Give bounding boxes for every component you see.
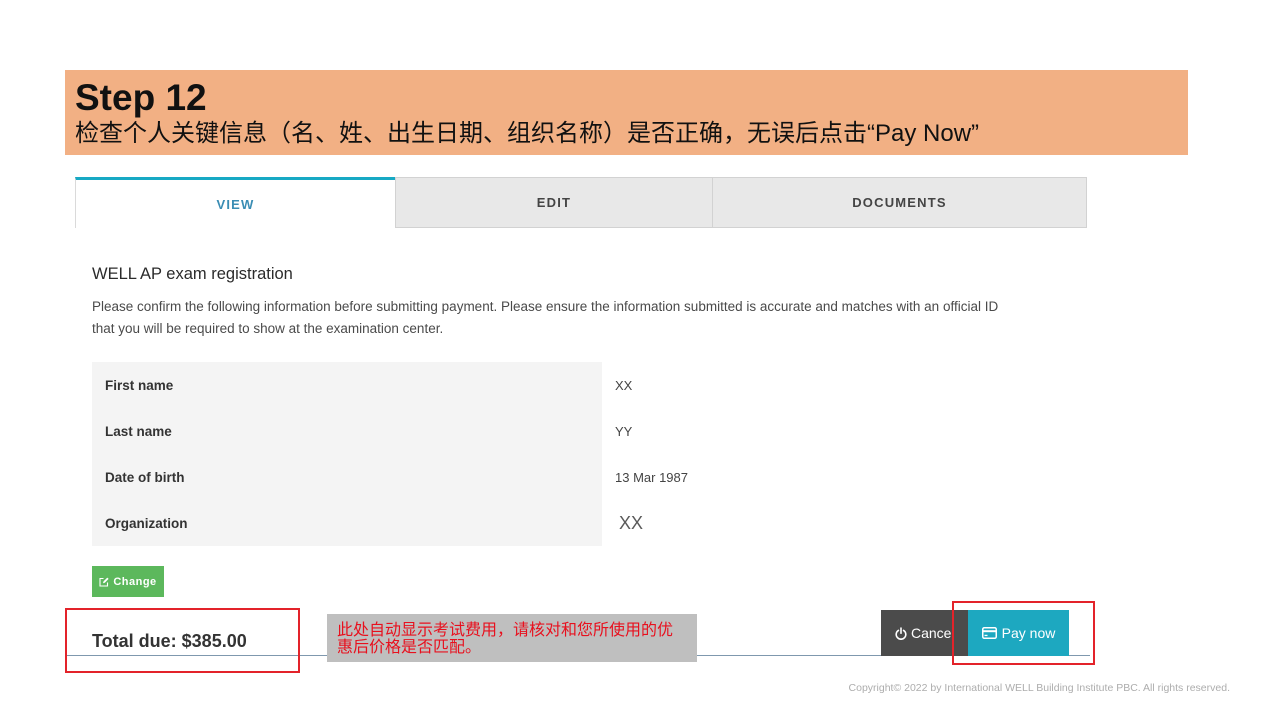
row-value: XX xyxy=(615,377,633,393)
form-description: Please confirm the following information… xyxy=(92,296,998,340)
row-value: XX xyxy=(619,512,644,533)
tab-bar: VIEW EDIT DOCUMENTS xyxy=(75,177,1087,228)
row-value: 13 Mar 1987 xyxy=(615,469,688,485)
row-label: Organization xyxy=(92,500,602,546)
credit-card-icon xyxy=(981,627,997,639)
row-label: Last name xyxy=(92,408,602,454)
annotation-note-text: 此处自动显示考试费用，请核对和您所使用的优惠后价格是否匹配。 xyxy=(337,622,674,656)
step-instruction: 检查个人关键信息（名、姓、出生日期、组织名称）是否正确，无误后点击“Pay No… xyxy=(75,120,980,147)
copyright-notice: Copyright© 2022 by International WELL Bu… xyxy=(848,682,1230,694)
row-value: YY xyxy=(615,423,633,439)
form-description-line: Please confirm the following information… xyxy=(92,299,999,314)
step-banner: Step 12 检查个人关键信息（名、姓、出生日期、组织名称）是否正确，无误后点… xyxy=(65,70,1188,155)
row-label: First name xyxy=(92,362,602,408)
tab-edit[interactable]: EDIT xyxy=(395,177,713,228)
total-due: Total due: $385.00 xyxy=(92,631,247,651)
cancel-button[interactable]: Cancel xyxy=(881,610,968,656)
form-description-line: that you will be required to show at the… xyxy=(92,321,444,336)
table-row-first-name: First name XX xyxy=(92,362,1092,408)
annotation-note: 此处自动显示考试费用，请核对和您所使用的优惠后价格是否匹配。 xyxy=(327,614,697,662)
power-icon xyxy=(895,626,907,640)
step-title: Step 12 xyxy=(75,77,207,118)
change-button-label: Change xyxy=(113,575,157,588)
tab-documents[interactable]: DOCUMENTS xyxy=(713,177,1087,228)
edit-icon xyxy=(99,577,109,587)
cancel-button-label: Cancel xyxy=(911,625,955,641)
tab-view[interactable]: VIEW xyxy=(75,177,395,228)
table-row-last-name: Last name YY xyxy=(92,408,1092,454)
row-label: Date of birth xyxy=(92,454,602,500)
table-row-organization: Organization XX xyxy=(92,500,1092,546)
pay-now-button[interactable]: Pay now xyxy=(968,610,1069,656)
info-table: First name XX Last name YY Date of birth… xyxy=(92,362,1092,546)
pay-now-button-label: Pay now xyxy=(1001,625,1056,641)
form-heading: WELL AP exam registration xyxy=(92,265,293,283)
table-row-date-of-birth: Date of birth 13 Mar 1987 xyxy=(92,454,1092,500)
change-button[interactable]: Change xyxy=(92,566,164,597)
